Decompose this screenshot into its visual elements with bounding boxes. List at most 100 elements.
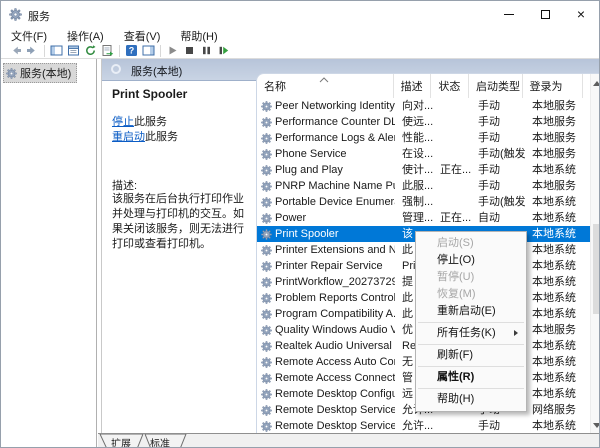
- service-gear-icon: [261, 229, 272, 240]
- table-row[interactable]: Power管理...正在...自动本地系统: [257, 210, 591, 226]
- service-name-cell: Remote Desktop Service...: [257, 418, 395, 434]
- menu-item-label: 重新启动(E): [437, 305, 496, 317]
- column-header-status[interactable]: 状态: [431, 74, 469, 98]
- tree-node-services-local[interactable]: 服务(本地): [3, 63, 77, 83]
- context-menu-item-resume: 恢复(M): [416, 286, 526, 303]
- stop-service-icon[interactable]: [181, 44, 198, 58]
- pane-header-title: 服务(本地): [131, 63, 182, 79]
- context-menu-item-restart[interactable]: 重新启动(E): [416, 303, 526, 320]
- service-description-cell: 向对...: [395, 98, 433, 114]
- context-menu-item-all-tasks[interactable]: 所有任务(K): [416, 325, 526, 342]
- service-status-cell: [433, 178, 471, 194]
- menu-separator: [418, 344, 524, 345]
- service-name-text: Power: [275, 210, 306, 226]
- service-gear-icon: [261, 341, 272, 352]
- close-button[interactable]: ×: [563, 1, 599, 27]
- context-menu-item-refresh[interactable]: 刷新(F): [416, 347, 526, 364]
- service-name-cell: Print Spooler: [257, 226, 395, 242]
- submenu-arrow-icon: [514, 330, 518, 336]
- service-name-text: Problem Reports Control...: [275, 290, 395, 306]
- properties-icon[interactable]: [65, 44, 82, 58]
- service-description-cell: 使计...: [395, 162, 433, 178]
- service-name-cell: PrintWorkflow_20273729: [257, 274, 395, 290]
- service-gear-icon: [261, 373, 272, 384]
- start-service-icon[interactable]: [164, 44, 181, 58]
- service-logon-as-cell: 本地服务: [525, 130, 586, 146]
- service-name-cell: Problem Reports Control...: [257, 290, 395, 306]
- service-name-cell: Power: [257, 210, 395, 226]
- column-header-name[interactable]: 名称: [257, 74, 394, 98]
- table-row[interactable]: Performance Logs & Aler...性能...手动本地服务: [257, 130, 591, 146]
- table-row[interactable]: Peer Networking Identity...向对...手动本地服务: [257, 98, 591, 114]
- maximize-button[interactable]: [527, 1, 563, 27]
- action-pane-icon[interactable]: [140, 44, 157, 58]
- restart-service-icon[interactable]: [215, 44, 232, 58]
- service-logon-as-cell: 本地系统: [525, 194, 586, 210]
- service-gear-icon: [261, 213, 272, 224]
- service-name-text: Remote Access Connecti...: [275, 370, 395, 386]
- titlebar[interactable]: 服务 ×: [1, 1, 599, 29]
- table-row[interactable]: Phone Service在设...手动(触发...本地服务: [257, 146, 591, 162]
- back-icon[interactable]: [7, 44, 24, 58]
- menu-item-label: 所有任务(K): [437, 327, 496, 339]
- pause-service-icon[interactable]: [198, 44, 215, 58]
- service-name-text: Performance Logs & Aler...: [275, 130, 395, 146]
- context-menu-item-stop[interactable]: 停止(O): [416, 252, 526, 269]
- table-row[interactable]: Portable Device Enumera...强制...手动(触发...本…: [257, 194, 591, 210]
- tab-extended[interactable]: 扩展: [111, 435, 131, 448]
- service-status-cell: [433, 114, 471, 130]
- service-logon-as-cell: 本地系统: [525, 370, 586, 386]
- service-description-cell: 性能...: [395, 130, 433, 146]
- menu-file[interactable]: 文件(F): [1, 28, 57, 44]
- menu-help[interactable]: 帮助(H): [170, 28, 227, 44]
- service-description-cell: 使远...: [395, 114, 433, 130]
- context-menu-item-properties[interactable]: 属性(R): [416, 369, 526, 386]
- svg-text:?: ?: [129, 46, 135, 56]
- menu-item-label: 帮助(H): [437, 393, 474, 405]
- minimize-icon: [504, 14, 514, 15]
- service-name-text: Portable Device Enumera...: [275, 194, 395, 210]
- minimize-button[interactable]: [491, 1, 527, 27]
- service-name-cell: Remote Access Auto Con...: [257, 354, 395, 370]
- table-row[interactable]: Performance Counter DL...使远...手动本地服务: [257, 114, 591, 130]
- tab-standard[interactable]: 标准: [150, 435, 170, 448]
- list-header: 名称 描述 状态 启动类型 登录为: [257, 74, 591, 98]
- service-gear-icon: [261, 405, 272, 416]
- table-row[interactable]: Remote Desktop Service...允许...手动本地系统: [257, 418, 591, 434]
- menu-action[interactable]: 操作(A): [57, 28, 114, 44]
- service-name-text: PNRP Machine Name Pu...: [275, 178, 395, 194]
- menu-item-label: 属性(R): [437, 371, 474, 383]
- service-gear-icon: [261, 421, 272, 432]
- table-row[interactable]: Plug and Play使计...正在...手动本地系统: [257, 162, 591, 178]
- forward-icon[interactable]: [24, 44, 41, 58]
- console-tree-icon[interactable]: [48, 44, 65, 58]
- window-title: 服务: [28, 8, 50, 24]
- service-name-text: Remote Desktop Service...: [275, 418, 395, 434]
- restart-service-link[interactable]: 重启动: [112, 131, 145, 143]
- export-list-icon[interactable]: [99, 44, 116, 58]
- service-name-text: Remote Desktop Services: [275, 402, 395, 418]
- service-description-cell: 此服...: [395, 178, 433, 194]
- refresh-icon[interactable]: [82, 44, 99, 58]
- scroll-up-icon[interactable]: [591, 76, 600, 90]
- vertical-scrollbar[interactable]: [590, 74, 600, 434]
- stop-service-link[interactable]: 停止: [112, 116, 134, 128]
- service-name-text: Performance Counter DL...: [275, 114, 395, 130]
- context-menu: 启动(S)停止(O)暂停(U)恢复(M)重新启动(E)所有任务(K)刷新(F)属…: [415, 231, 527, 412]
- service-name-text: Print Spooler: [275, 226, 339, 242]
- table-row[interactable]: PNRP Machine Name Pu...此服...手动本地服务: [257, 178, 591, 194]
- service-startup-type-cell: 自动: [471, 210, 525, 226]
- menu-view[interactable]: 查看(V): [114, 28, 171, 44]
- service-name-text: Plug and Play: [275, 162, 343, 178]
- scroll-down-icon[interactable]: [591, 418, 600, 432]
- column-header-logon-as[interactable]: 登录为: [523, 74, 583, 98]
- service-logon-as-cell: 本地系统: [525, 258, 586, 274]
- scrollbar-thumb[interactable]: [593, 224, 600, 314]
- help-icon[interactable]: ?: [123, 44, 140, 58]
- column-header-description[interactable]: 描述: [394, 74, 432, 98]
- service-logon-as-cell: 本地系统: [525, 338, 586, 354]
- service-gear-icon: [261, 325, 272, 336]
- service-gear-icon: [261, 277, 272, 288]
- context-menu-item-help[interactable]: 帮助(H): [416, 391, 526, 408]
- column-header-startup-type[interactable]: 启动类型: [469, 74, 523, 98]
